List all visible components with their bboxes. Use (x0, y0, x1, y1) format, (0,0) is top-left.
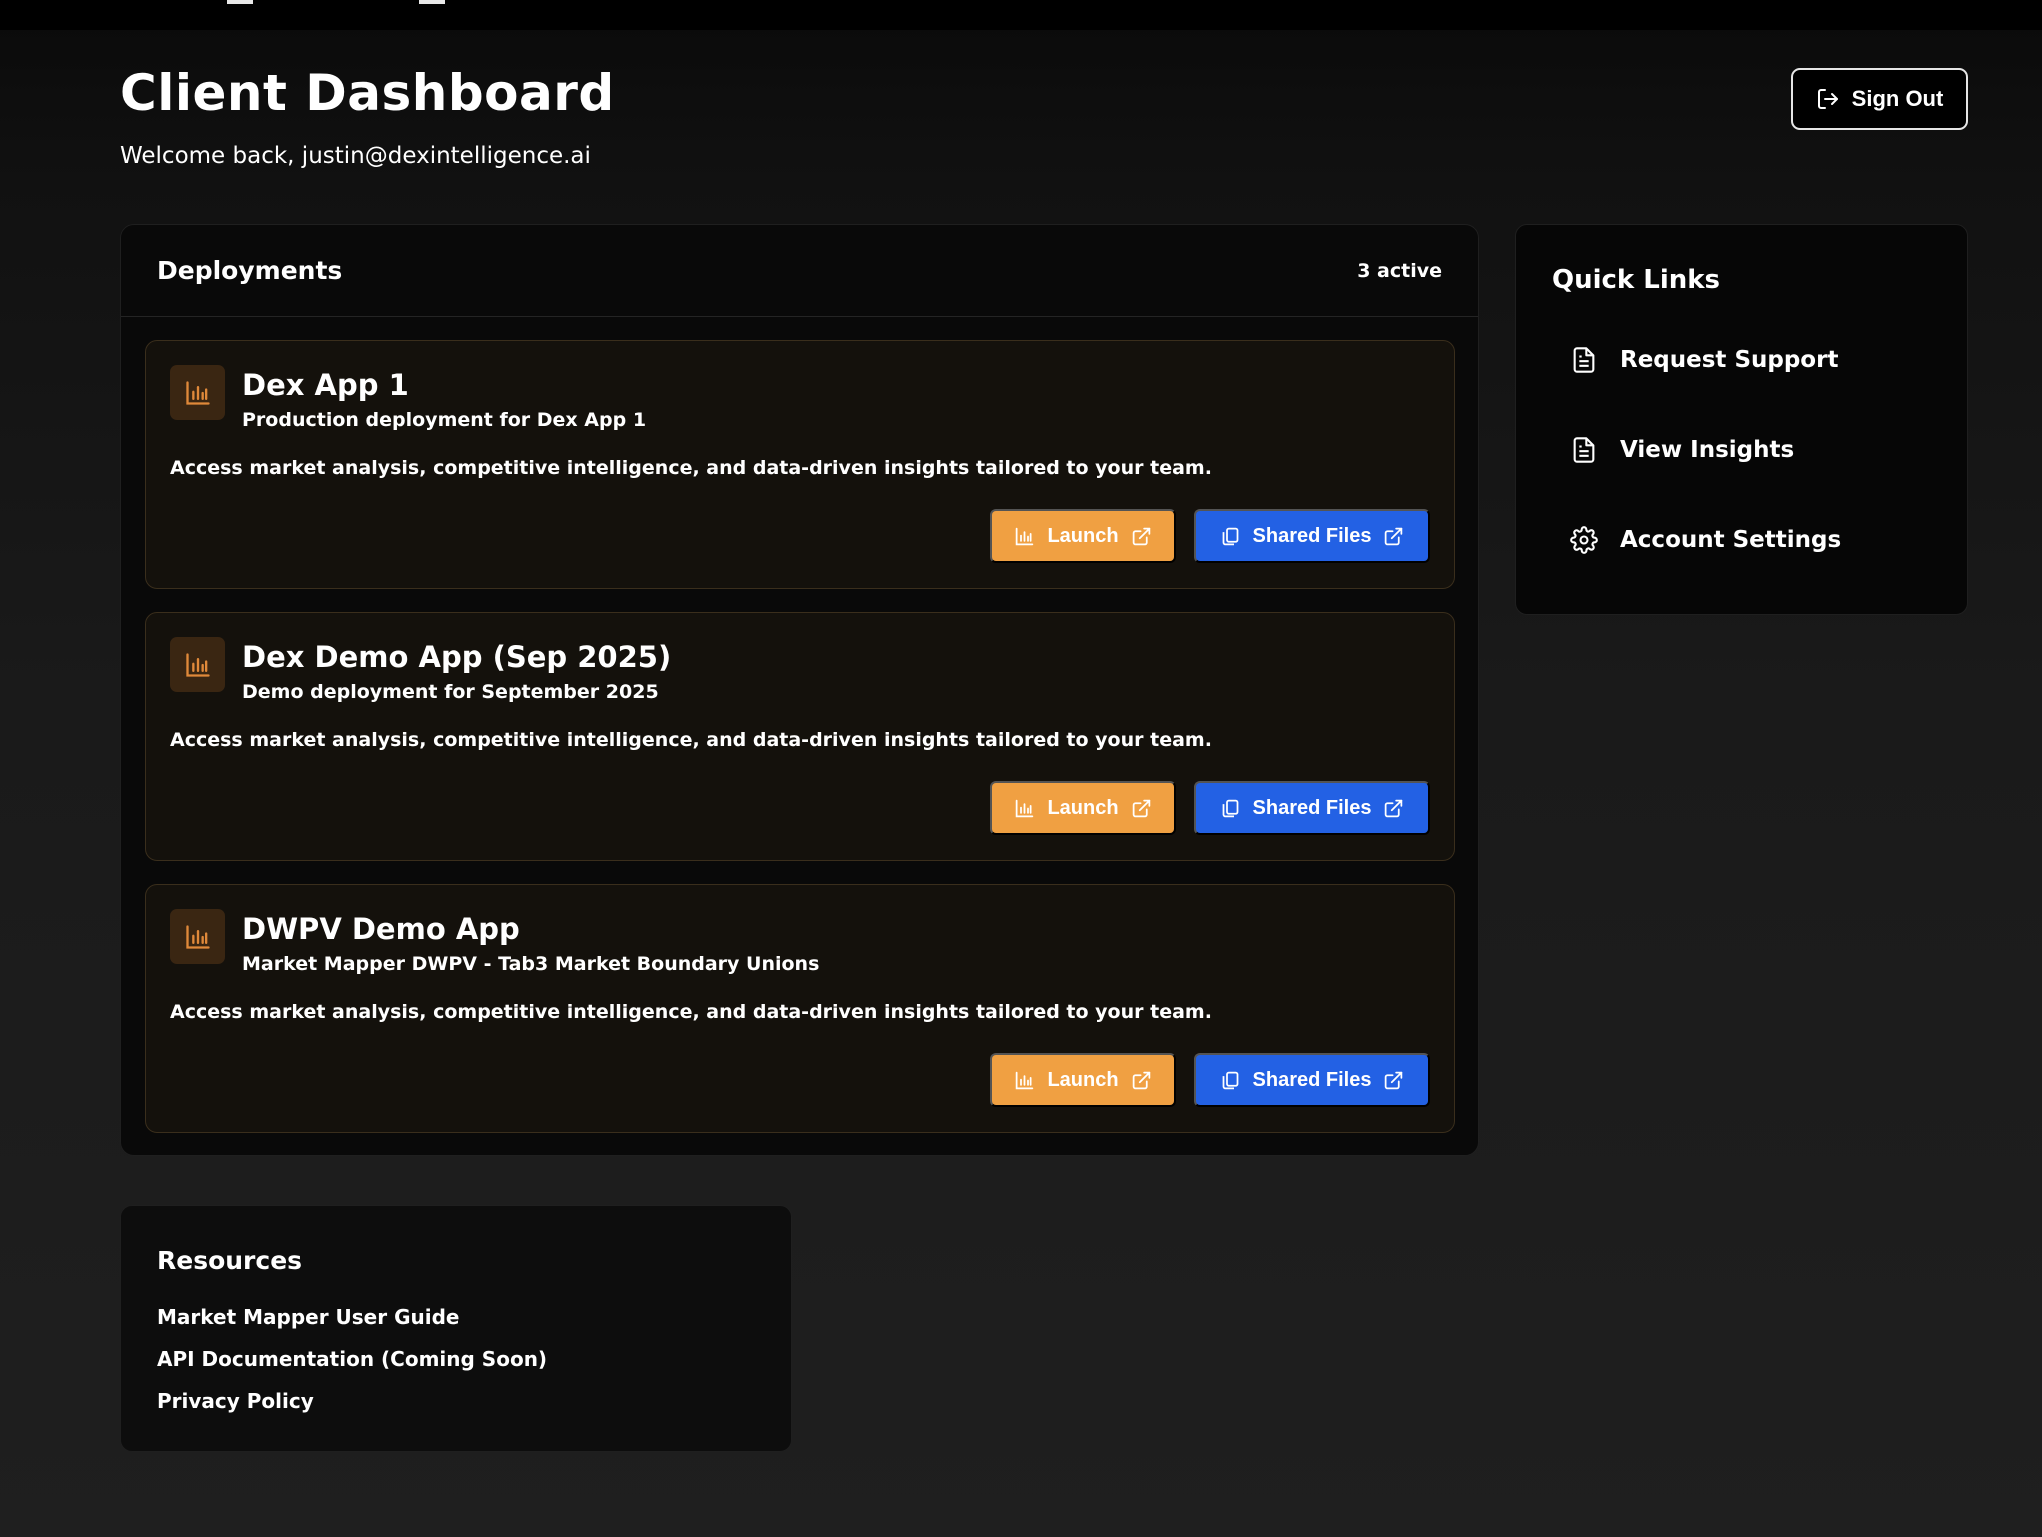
bar-chart-icon (1016, 799, 1034, 817)
top-bar-marker (227, 0, 253, 4)
launch-label: Launch (1047, 524, 1119, 547)
quick-link-label: Account Settings (1620, 527, 1842, 553)
document-icon (1573, 347, 1595, 373)
launch-button[interactable]: Launch (990, 509, 1176, 563)
launch-label: Launch (1047, 796, 1119, 819)
external-link-icon (1132, 1071, 1150, 1089)
deployment-card: Dex App 1 Production deployment for Dex … (145, 340, 1455, 589)
resources-title: Resources (157, 1246, 303, 1275)
quick-link-account-settings[interactable]: Account Settings (1570, 526, 1841, 554)
external-link-icon (1385, 799, 1403, 817)
quick-link-label: View Insights (1620, 437, 1795, 463)
gear-icon (1570, 526, 1598, 554)
files-icon (1222, 527, 1238, 545)
sign-out-button[interactable]: Sign Out (1791, 68, 1968, 130)
document-icon (1573, 437, 1595, 463)
resource-link-user-guide[interactable]: Market Mapper User Guide (157, 1305, 459, 1329)
deployment-card: Dex Demo App (Sep 2025) Demo deployment … (145, 612, 1455, 861)
bar-chart-icon (170, 637, 225, 692)
launch-button[interactable]: Launch (990, 781, 1176, 835)
external-link-icon (1385, 527, 1403, 545)
files-icon (1222, 799, 1238, 817)
deployment-subtitle: Market Mapper DWPV - Tab3 Market Boundar… (242, 953, 820, 975)
deployment-description: Access market analysis, competitive inte… (170, 729, 1212, 751)
quick-links-panel: Quick Links Request Support View Insight… (1515, 224, 1968, 615)
shared-files-label: Shared Files (1252, 524, 1372, 547)
deployment-description: Access market analysis, competitive inte… (170, 1001, 1212, 1023)
sign-out-icon (1817, 89, 1838, 109)
sign-out-label: Sign Out (1851, 86, 1944, 111)
welcome-message: Welcome back, justin@dexintelligence.ai (120, 143, 591, 169)
top-bar (0, 0, 2042, 30)
deployments-title: Deployments (157, 256, 343, 285)
bar-chart-icon (1016, 527, 1034, 545)
deployments-panel: Deployments 3 active Dex App 1 Productio… (120, 224, 1479, 1156)
active-count-badge: 3 active (1357, 259, 1442, 282)
external-link-icon (1385, 1071, 1403, 1089)
external-link-icon (1132, 799, 1150, 817)
resource-link-privacy-policy[interactable]: Privacy Policy (157, 1389, 314, 1413)
launch-label: Launch (1047, 1068, 1119, 1091)
deployment-title: Dex App 1 (242, 368, 409, 402)
files-icon (1222, 1071, 1238, 1089)
bar-chart-icon (170, 365, 225, 420)
shared-files-label: Shared Files (1252, 796, 1372, 819)
shared-files-button[interactable]: Shared Files (1194, 1053, 1430, 1107)
page-title: Client Dashboard (120, 64, 615, 122)
quick-link-request-support[interactable]: Request Support (1570, 346, 1838, 374)
quick-links-title: Quick Links (1552, 265, 1721, 295)
shared-files-button[interactable]: Shared Files (1194, 781, 1430, 835)
launch-button[interactable]: Launch (990, 1053, 1176, 1107)
bar-chart-icon (170, 909, 225, 964)
deployment-subtitle: Production deployment for Dex App 1 (242, 409, 647, 431)
shared-files-button[interactable]: Shared Files (1194, 509, 1430, 563)
top-bar-marker (419, 0, 445, 4)
external-link-icon (1132, 527, 1150, 545)
resource-link-api-docs[interactable]: API Documentation (Coming Soon) (157, 1347, 547, 1371)
deployment-title: DWPV Demo App (242, 912, 520, 946)
quick-link-view-insights[interactable]: View Insights (1570, 436, 1794, 464)
deployment-subtitle: Demo deployment for September 2025 (242, 681, 659, 703)
deployments-header: Deployments 3 active (121, 225, 1478, 317)
quick-link-label: Request Support (1620, 347, 1839, 373)
resources-panel: Resources Market Mapper User Guide API D… (120, 1205, 792, 1452)
deployment-description: Access market analysis, competitive inte… (170, 457, 1212, 479)
deployment-title: Dex Demo App (Sep 2025) (242, 640, 672, 674)
bar-chart-icon (1016, 1071, 1034, 1089)
shared-files-label: Shared Files (1252, 1068, 1372, 1091)
deployment-card: DWPV Demo App Market Mapper DWPV - Tab3 … (145, 884, 1455, 1133)
